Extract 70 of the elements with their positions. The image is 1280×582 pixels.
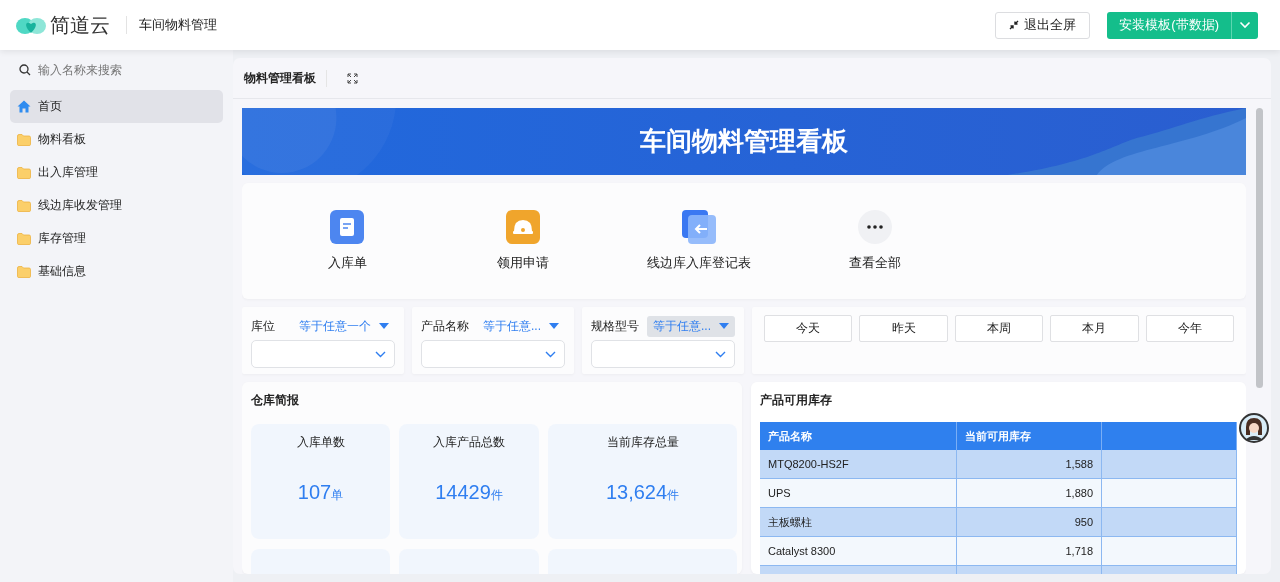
quick-link[interactable]: 线边库入库登记表	[614, 210, 784, 272]
folder-icon	[17, 133, 31, 146]
date-button[interactable]: 今天	[764, 315, 853, 342]
sidebar-item[interactable]: 线边库收发管理	[10, 189, 223, 222]
card-title: 产品可用库存	[760, 392, 833, 409]
stat-label: 入库单数	[296, 434, 345, 451]
caret-icon	[549, 323, 559, 329]
dropdown-button[interactable]	[1231, 11, 1258, 39]
column-header: 产品名称	[760, 422, 957, 450]
select-field[interactable]	[591, 340, 735, 368]
folder-icon	[17, 265, 31, 278]
quick-link[interactable]: 入库单	[262, 210, 432, 272]
page-title: 物料管理看板	[244, 69, 327, 87]
card-title: 仓库简报	[251, 392, 300, 409]
filter-label: 库位	[251, 317, 275, 335]
chevron-down-icon	[545, 350, 556, 358]
table-cell: 950	[956, 507, 1102, 537]
operator-dropdown[interactable]: 等于任意一个	[293, 315, 395, 337]
table-cell: 1,588	[956, 450, 1102, 479]
collapse-icon	[1009, 20, 1020, 30]
sidebar-item[interactable]: 出入库管理	[10, 156, 223, 189]
quick-link[interactable]: 查看全部	[790, 210, 960, 272]
folder-icon	[17, 199, 31, 212]
table-cell: 1,880	[956, 478, 1102, 508]
sidebar-item[interactable]: 物料看板	[10, 123, 223, 156]
helmet-icon	[506, 210, 540, 244]
assistant-avatar[interactable]	[1237, 411, 1271, 445]
filter-label: 产品名称	[421, 317, 469, 335]
folder-icon	[17, 166, 31, 179]
more-icon	[858, 210, 892, 244]
date-button[interactable]: 本月	[1050, 315, 1139, 342]
search-icon	[19, 64, 31, 76]
date-button[interactable]: 今年	[1145, 315, 1235, 342]
home-icon	[17, 100, 31, 113]
operator-dropdown[interactable]: 等于任意...	[477, 315, 565, 337]
sidebar-item[interactable]: 库存管理	[10, 222, 223, 255]
table-cell: UPS	[760, 478, 957, 508]
table-cell: 1,718	[956, 536, 1102, 566]
select-field[interactable]	[251, 340, 395, 368]
folder-icon	[17, 232, 31, 245]
sidebar-item[interactable]: 基础信息	[10, 255, 223, 288]
document-icon	[330, 210, 364, 244]
chevron-down-icon	[1239, 21, 1251, 29]
quick-link[interactable]: 领用申请	[438, 210, 608, 272]
table-cell: MTQ8200-HS2F	[760, 450, 957, 479]
date-button[interactable]: 本周	[954, 315, 1044, 342]
logo-icon	[16, 15, 46, 35]
fullscreen-icon[interactable]	[347, 72, 358, 84]
import-icon	[682, 210, 716, 244]
date-button[interactable]: 昨天	[859, 315, 948, 342]
banner-title: 车间物料管理看板	[640, 125, 848, 158]
stat-label: 入库产品总数	[433, 434, 505, 451]
stat-value: 14429件	[435, 481, 503, 504]
table-cell: 主板螺柱	[760, 507, 957, 537]
stat-label: 当前库存总量	[606, 434, 679, 451]
app-title: 车间物料管理	[126, 16, 217, 34]
exit-fullscreen-button[interactable]: 退出全屏	[995, 11, 1091, 39]
caret-icon	[379, 323, 389, 329]
column-header: 当前可用库存	[956, 422, 1102, 450]
filter-label: 规格型号	[591, 317, 639, 335]
stat-value: 107单	[297, 481, 344, 504]
chevron-down-icon	[715, 350, 726, 358]
search-field[interactable]: 输入名称来搜索	[36, 62, 210, 78]
select-field[interactable]	[421, 340, 565, 368]
brand-name: 简道云	[50, 12, 110, 38]
table-cell: Catalyst 8300	[760, 536, 957, 566]
sidebar-item[interactable]: 首页	[10, 90, 223, 123]
chevron-down-icon	[375, 350, 386, 358]
caret-icon	[719, 323, 729, 329]
stat-value: 13,624件	[605, 481, 680, 504]
